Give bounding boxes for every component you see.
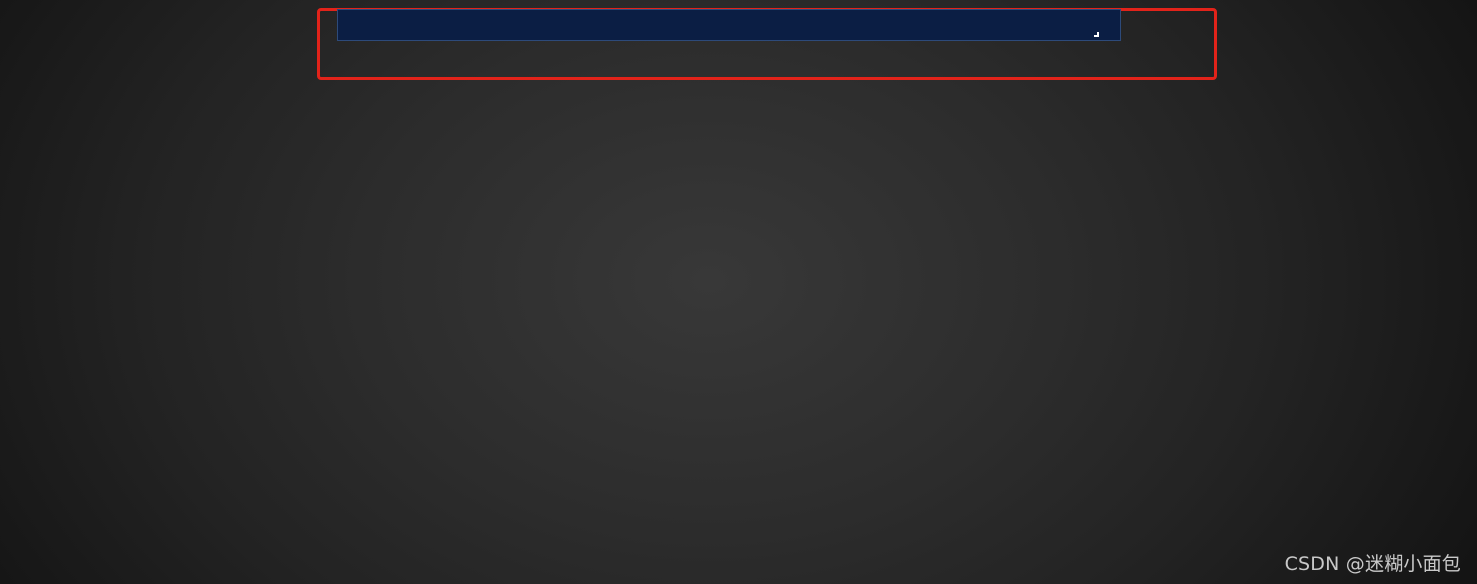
text-input-area[interactable]: [337, 9, 1121, 41]
watermark: CSDN @迷糊小面包: [1284, 553, 1461, 575]
resize-grip-icon[interactable]: [1094, 32, 1099, 37]
